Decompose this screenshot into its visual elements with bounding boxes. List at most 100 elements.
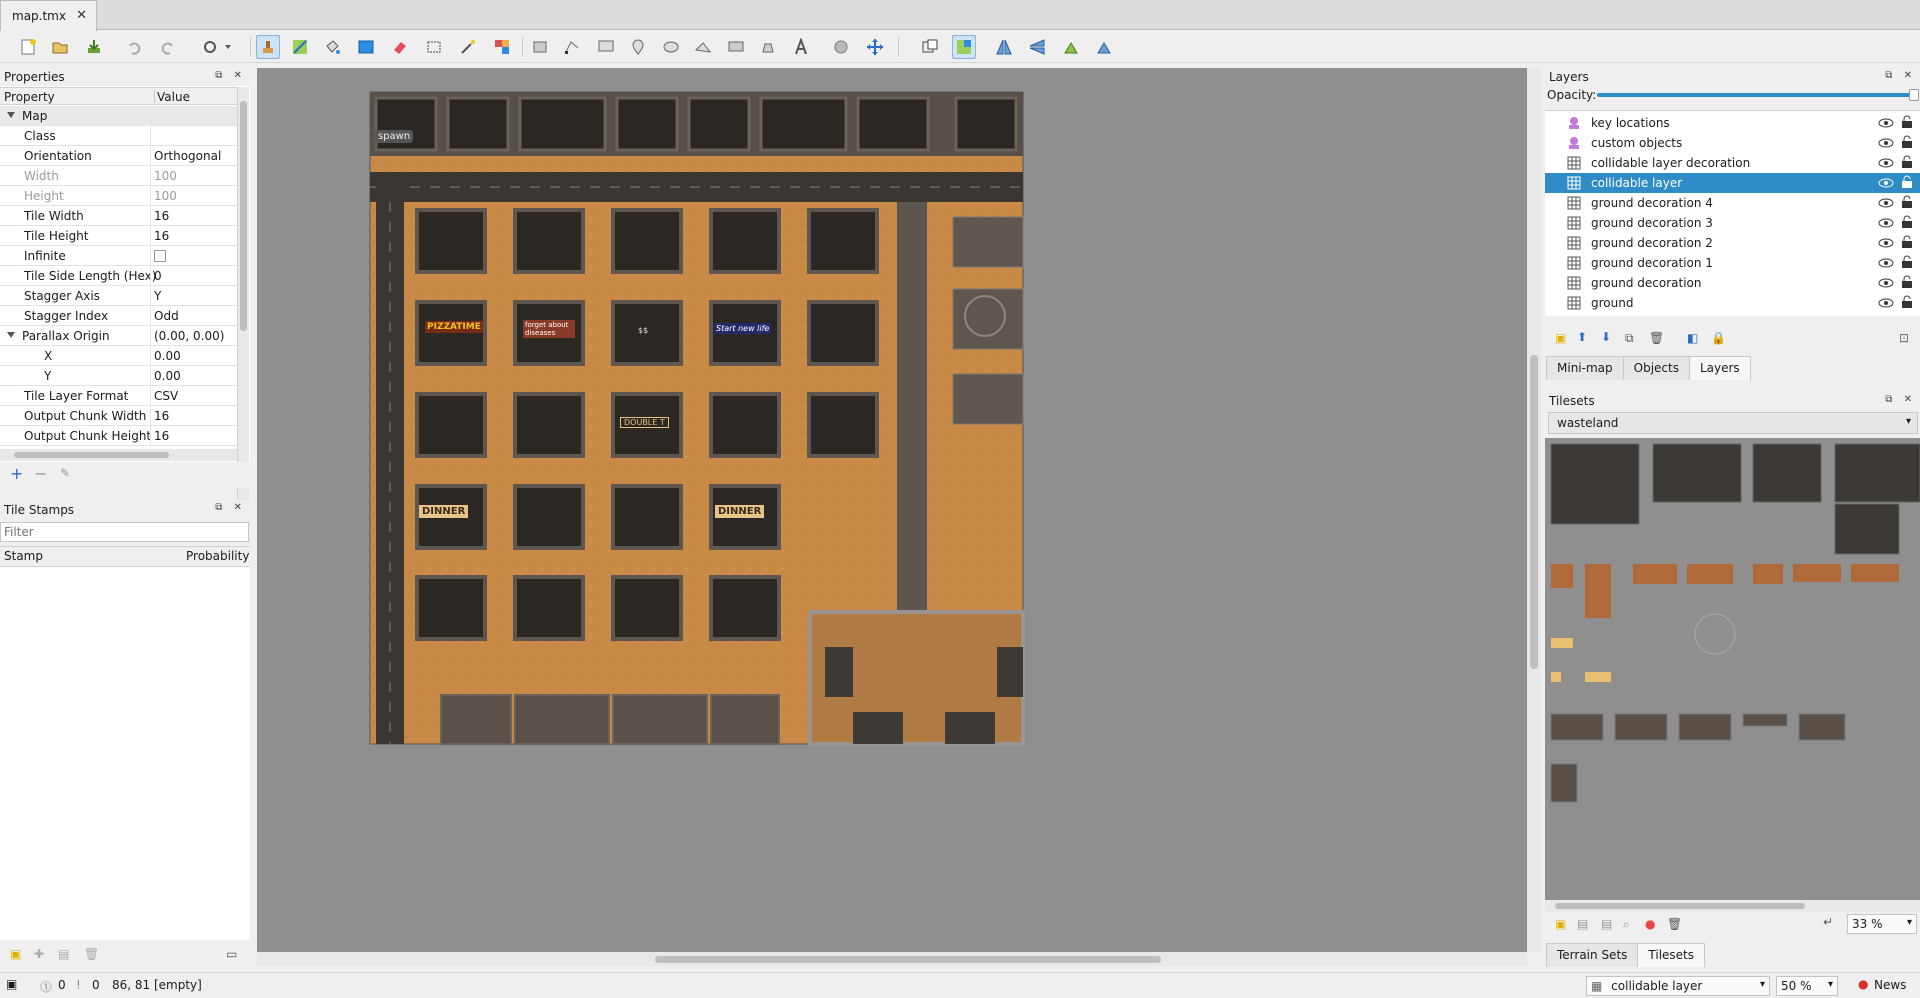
property-value[interactable]: Y (154, 289, 161, 303)
lock-icon[interactable] (1901, 215, 1913, 229)
property-row[interactable]: Width 100 (0, 166, 237, 186)
opacity-slider[interactable] (1597, 93, 1915, 97)
flip-horizontal-icon[interactable] (992, 35, 1016, 59)
flip-vertical-icon[interactable] (1025, 35, 1049, 59)
stamp-brush-icon[interactable] (256, 35, 280, 59)
eye-icon[interactable] (1878, 277, 1894, 289)
shape-fill-icon[interactable] (354, 35, 378, 59)
select-objects-icon[interactable] (528, 35, 552, 59)
remove-property-icon[interactable]: − (34, 464, 47, 483)
wangset-icon[interactable] (952, 35, 976, 59)
property-value[interactable]: 100 (154, 189, 177, 203)
property-value[interactable]: 16 (154, 229, 169, 243)
rotate-left-icon[interactable] (1059, 35, 1083, 59)
chevron-down-icon[interactable]: ▾ (1906, 416, 1911, 427)
lock-icon[interactable] (1901, 175, 1913, 189)
tab-mini-map[interactable]: Mini-map (1546, 356, 1624, 380)
eye-icon[interactable] (1878, 217, 1894, 229)
map-canvas[interactable]: spawn PIZZATIME forget about diseases $$… (257, 68, 1527, 952)
dynamic-wrapping-icon[interactable]: ● (1645, 917, 1655, 931)
spawn-marker-label[interactable]: spawn (375, 130, 414, 143)
warning-icon[interactable]: ! (76, 978, 81, 992)
canvas-vscroll-thumb[interactable] (1530, 355, 1538, 669)
property-value[interactable]: 16 (154, 429, 169, 443)
property-row[interactable]: X 0.00 (0, 346, 237, 366)
undo-icon[interactable] (122, 35, 146, 59)
delete-stamp-icon[interactable]: 🗑 (84, 947, 99, 961)
lock-icon[interactable] (1901, 155, 1913, 169)
eye-icon[interactable] (1878, 297, 1894, 309)
layer-row[interactable]: ground decoration 1 (1545, 253, 1920, 273)
chevron-down-icon[interactable]: ▾ (1760, 979, 1765, 990)
lock-icon[interactable] (1901, 195, 1913, 209)
duplicate-stamp-icon[interactable]: ▤ (58, 947, 69, 961)
eye-icon[interactable] (1878, 237, 1894, 249)
layer-row[interactable]: ground decoration 3 (1545, 213, 1920, 233)
rect-select-icon[interactable] (422, 35, 446, 59)
tileset-view[interactable] (1545, 438, 1920, 900)
property-row[interactable]: Tile Layer Format CSV (0, 386, 237, 406)
remove-tileset-icon[interactable]: 🗑 (1667, 917, 1682, 931)
export-tileset-icon[interactable]: ▤ (1601, 917, 1612, 931)
layer-row[interactable]: ground decoration 4 (1545, 193, 1920, 213)
properties-scrollbar[interactable] (237, 87, 249, 517)
lock-other-layers-icon[interactable]: 🔒 (1711, 331, 1726, 345)
insert-template-icon[interactable] (756, 35, 780, 59)
property-row[interactable]: Height 100 (0, 186, 237, 206)
tab-tilesets[interactable]: Tilesets (1637, 943, 1706, 967)
eye-icon[interactable] (1878, 137, 1894, 149)
current-layer-select[interactable]: ▦ collidable layer ▾ (1586, 976, 1770, 996)
property-value[interactable]: 0 (154, 269, 162, 283)
dock-buttons-icon[interactable]: ⧉ ✕ (215, 70, 246, 81)
property-row[interactable]: Class (0, 126, 237, 146)
select-same-tile-icon[interactable] (490, 35, 514, 59)
property-row[interactable]: Tile Height 16 (0, 226, 237, 246)
property-row[interactable]: Infinite (0, 246, 237, 266)
bucket-fill-icon[interactable] (320, 35, 344, 59)
property-value[interactable]: Odd (154, 309, 179, 323)
error-icon[interactable]: ⓵ (40, 978, 52, 995)
property-row[interactable]: Stagger Axis Y (0, 286, 237, 306)
insert-text-icon[interactable] (789, 35, 813, 59)
tab-layers[interactable]: Layers (1688, 356, 1751, 380)
eraser-icon[interactable] (388, 35, 412, 59)
stamp-list[interactable] (0, 566, 250, 940)
property-value[interactable]: 16 (154, 209, 169, 223)
property-value[interactable]: Orthogonal (154, 149, 221, 163)
close-icon[interactable]: ✕ (76, 8, 87, 23)
insert-tile-icon[interactable] (724, 35, 748, 59)
opacity-slider-handle[interactable] (1909, 89, 1919, 101)
layer-row[interactable]: key locations (1545, 113, 1920, 133)
property-value[interactable]: (0.00, 0.00) (154, 329, 224, 343)
lower-layer-icon[interactable]: ⬇ (1601, 330, 1611, 344)
document-tab[interactable]: map.tmx ✕ (0, 0, 97, 31)
console-icon[interactable]: ▣ (6, 977, 17, 991)
property-row[interactable]: Output Chunk Height 16 (0, 426, 237, 446)
insert-rectangle-icon[interactable] (594, 35, 618, 59)
property-value[interactable]: 0.00 (154, 369, 181, 383)
property-row[interactable]: Y 0.00 (0, 366, 237, 386)
dock-buttons-icon[interactable]: ⧉ ✕ (1885, 394, 1916, 405)
duplicate-layer-icon[interactable]: ⧉ (1625, 331, 1634, 346)
insert-polygon-icon[interactable] (691, 35, 715, 59)
layer-row[interactable]: ground decoration 2 (1545, 233, 1920, 253)
tab-objects[interactable]: Objects (1622, 356, 1690, 380)
expand-arrow-icon[interactable] (7, 332, 15, 338)
layer-row[interactable]: custom objects (1545, 133, 1920, 153)
lock-icon[interactable] (1901, 275, 1913, 289)
save-icon[interactable] (82, 35, 106, 59)
eye-icon[interactable] (1878, 157, 1894, 169)
tileset-hscrollbar[interactable] (1545, 900, 1920, 912)
stamp-filter-input[interactable] (0, 522, 249, 542)
tileset-tab[interactable]: wasteland ▾ (1548, 412, 1918, 434)
new-file-icon[interactable] (16, 35, 40, 59)
tab-terrain-sets[interactable]: Terrain Sets (1546, 943, 1639, 967)
move-icon[interactable] (863, 35, 887, 59)
add-variation-icon[interactable]: ✚ (34, 947, 44, 961)
eye-icon[interactable] (1878, 257, 1894, 269)
dock-buttons-icon[interactable]: ⧉ ✕ (1885, 70, 1916, 81)
property-row[interactable]: Map (0, 106, 237, 126)
infinite-checkbox[interactable] (154, 250, 166, 262)
insert-ellipse-icon[interactable] (659, 35, 683, 59)
redo-icon[interactable] (156, 35, 180, 59)
